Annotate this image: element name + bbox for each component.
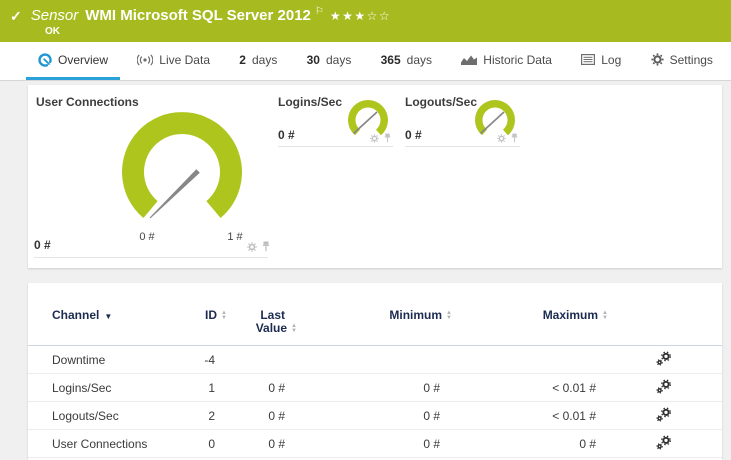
channel-minimum: 0 # xyxy=(285,429,440,458)
channel-id: -4 xyxy=(162,345,215,374)
gauge-scale-min: 0 # xyxy=(139,231,155,243)
sorted-desc-icon: ▼ xyxy=(104,312,113,321)
channel-settings-icon[interactable] xyxy=(656,406,672,422)
gear-icon[interactable] xyxy=(247,241,257,252)
tab-live-data[interactable]: Live Data xyxy=(125,42,222,80)
primary-gauge-title: User Connections xyxy=(36,95,139,109)
tab-settings-label: Settings xyxy=(669,52,713,67)
tab-historic-data-label: Historic Data xyxy=(483,52,552,67)
channel-last-value xyxy=(215,345,285,374)
primary-gauge-value: 0 # xyxy=(34,238,51,252)
gauge-needle xyxy=(352,111,378,135)
channel-name: Downtime xyxy=(28,345,162,374)
sensor-name: WMI Microsoft SQL Server 2012 xyxy=(85,7,311,24)
channel-name: User Connections xyxy=(28,429,162,458)
channel-name: Logouts/Sec xyxy=(28,401,162,430)
sort-icon: ▲ ▼ xyxy=(291,323,297,334)
table-row: Logins/Sec 1 0 # 0 # < 0.01 # xyxy=(28,373,722,402)
column-header-minimum[interactable]: Minimum ▲ ▼ xyxy=(285,283,452,346)
gear-icon xyxy=(650,53,664,66)
channel-last-value: 0 # xyxy=(215,373,285,402)
pin-icon[interactable] xyxy=(262,241,270,252)
tab-365-days[interactable]: 365 days xyxy=(369,42,444,80)
tab-bar: Overview Live Data 2 days 30 days 365 da… xyxy=(0,42,731,81)
tab-2-days-label: days xyxy=(251,52,278,67)
tab-30-days[interactable]: 30 days xyxy=(295,42,364,80)
gauges-panel: User Connections 0 # 1 # 0 # Logins/Sec … xyxy=(28,85,722,268)
gauge-icon xyxy=(38,52,52,67)
tab-365-days-number: 365 xyxy=(380,52,401,67)
table-row: Downtime -4 xyxy=(28,345,722,374)
logins-gauge-title: Logins/Sec xyxy=(278,95,343,109)
column-header-id-label: ID xyxy=(205,308,218,322)
tab-settings[interactable]: Settings xyxy=(639,42,725,80)
tab-overview[interactable]: Overview xyxy=(26,42,121,80)
channel-minimum: 0 # xyxy=(285,373,440,402)
sort-icon: ▲ ▼ xyxy=(446,310,452,321)
star-rating[interactable]: ★★★☆☆ xyxy=(330,9,391,23)
channel-settings-icon[interactable] xyxy=(656,350,672,366)
channel-maximum: < 0.01 # xyxy=(440,373,596,402)
column-header-maximum[interactable]: Maximum ▲ ▼ xyxy=(440,283,608,346)
channel-minimum xyxy=(285,345,440,374)
channel-name: Logins/Sec xyxy=(28,373,162,402)
channel-last-value: 0 # xyxy=(215,429,285,458)
column-header-channel-label: Channel xyxy=(52,308,100,322)
sort-icon: ▲ ▼ xyxy=(221,310,227,321)
channel-maximum: 0 # xyxy=(440,429,596,458)
channel-last-value: 0 # xyxy=(215,401,285,430)
gear-icon[interactable] xyxy=(370,133,379,143)
table-row: User Connections 0 0 # 0 # 0 # xyxy=(28,429,722,458)
column-header-id[interactable]: ID ▲ ▼ xyxy=(162,283,227,346)
tab-2-days-number: 2 xyxy=(239,52,246,67)
column-header-last-value-line1: Last xyxy=(260,308,285,322)
tab-historic-data[interactable]: Historic Data xyxy=(449,42,564,80)
logins-gauge-tile: Logins/Sec 0 # xyxy=(278,95,393,147)
table-row: Logouts/Sec 2 0 # 0 # < 0.01 # xyxy=(28,401,722,430)
area-chart-icon xyxy=(461,55,478,65)
channel-minimum: 0 # xyxy=(285,401,440,430)
channel-settings-icon[interactable] xyxy=(656,434,672,450)
sensor-type-label: Sensor xyxy=(30,7,79,24)
tab-2-days[interactable]: 2 days xyxy=(227,42,289,80)
logouts-gauge-tile: Logouts/Sec 0 # xyxy=(405,95,520,147)
logouts-gauge-title: Logouts/Sec xyxy=(405,95,478,109)
pin-icon[interactable] xyxy=(384,133,391,143)
gauge-needle xyxy=(149,169,200,219)
user-connections-gauge xyxy=(122,112,243,219)
channel-maximum xyxy=(440,345,596,374)
pin-icon[interactable] xyxy=(511,133,518,143)
channel-id: 1 xyxy=(162,373,215,402)
status-badge: OK xyxy=(45,26,60,37)
column-header-edit xyxy=(596,283,722,346)
sensor-header: ✓ Sensor WMI Microsoft SQL Server 2012 ⚐… xyxy=(0,0,731,42)
logouts-gauge-value: 0 # xyxy=(405,128,422,142)
tab-log[interactable]: Log xyxy=(569,42,633,80)
channel-maximum: < 0.01 # xyxy=(440,401,596,430)
log-list-icon xyxy=(581,54,596,65)
tab-30-days-label: days xyxy=(325,52,352,67)
flag-icon[interactable]: ⚐ xyxy=(315,7,324,17)
broadcast-icon xyxy=(137,53,154,66)
channel-table: Channel ▼ ID ▲ ▼ Last Value ▲ ▼ Minimum ▲ ▼ Max… xyxy=(28,283,722,458)
channel-id: 0 xyxy=(162,429,215,458)
tab-live-data-label: Live Data xyxy=(159,52,210,67)
column-header-channel[interactable]: Channel ▼ xyxy=(28,283,162,346)
column-header-last-value-line2: Value xyxy=(255,321,288,335)
tab-365-days-label: days xyxy=(406,52,432,67)
logins-gauge-value: 0 # xyxy=(278,128,295,142)
sort-icon: ▲ ▼ xyxy=(602,310,608,321)
tab-overview-label: Overview xyxy=(58,52,109,67)
gauge-needle xyxy=(479,111,505,135)
channel-id: 2 xyxy=(162,401,215,430)
channel-settings-icon[interactable] xyxy=(656,378,672,394)
gear-icon[interactable] xyxy=(497,133,506,143)
tab-log-label: Log xyxy=(601,52,622,67)
column-header-maximum-label: Maximum xyxy=(542,308,599,322)
channels-panel: Channel ▼ ID ▲ ▼ Last Value ▲ ▼ Minimum ▲ ▼ Max… xyxy=(28,283,722,460)
tile-divider xyxy=(34,257,268,258)
tab-30-days-number: 30 xyxy=(306,52,320,67)
column-header-minimum-label: Minimum xyxy=(389,308,443,322)
status-check-icon: ✓ xyxy=(10,8,22,24)
